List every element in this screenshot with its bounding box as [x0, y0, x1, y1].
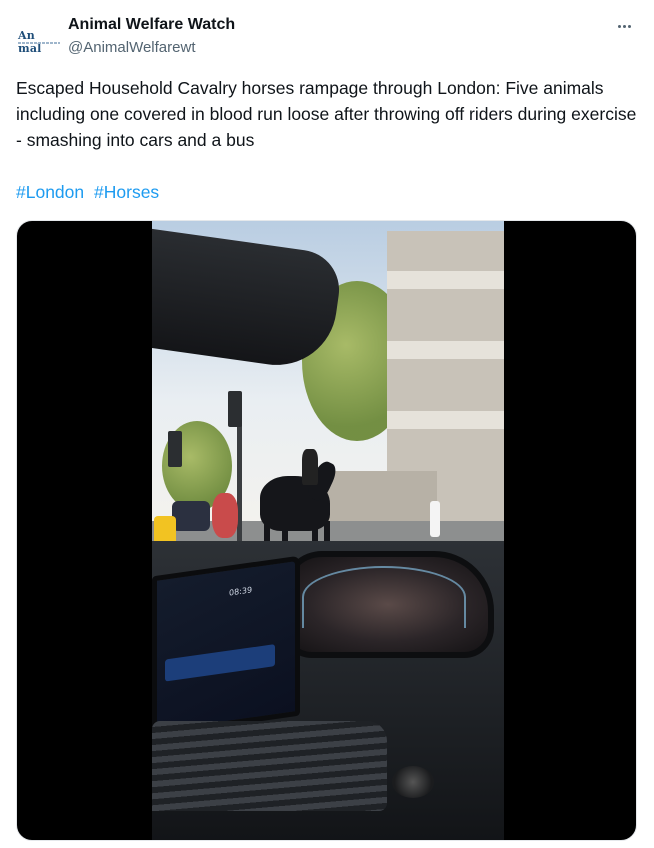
author-handle[interactable]: @AnimalWelfarewt [68, 39, 196, 56]
hashtags: #London #Horses [16, 179, 164, 205]
video-frame[interactable]: 08:39 [152, 221, 504, 840]
author-name[interactable]: Animal Welfare Watch [68, 16, 235, 34]
video-screen-time: 08:39 [229, 585, 253, 598]
video-pedestrian [430, 501, 440, 537]
tweet-text: Escaped Household Cavalry horses rampage… [16, 78, 637, 150]
video-gear-knob [392, 766, 434, 798]
tweet: An mal Animal Welfare Watch @AnimalWelfa… [0, 0, 654, 848]
video-infotainment-screen: 08:39 [152, 555, 300, 737]
video-cluster-gauge [302, 566, 466, 628]
video-horse-white [212, 493, 238, 538]
more-options-icon[interactable] [612, 16, 636, 36]
video-traffic-signal [228, 391, 242, 427]
video-player[interactable]: 08:39 [16, 220, 637, 841]
video-traffic-signal [168, 431, 182, 467]
hashtag-london[interactable]: #London [16, 182, 84, 202]
avatar-logo-subtext [18, 42, 60, 44]
avatar[interactable]: An mal [15, 14, 63, 62]
video-screen-bar [165, 644, 275, 682]
video-air-vent [152, 721, 387, 811]
video-rider [302, 449, 318, 485]
hashtag-horses[interactable]: #Horses [94, 182, 159, 202]
video-car [172, 501, 210, 531]
